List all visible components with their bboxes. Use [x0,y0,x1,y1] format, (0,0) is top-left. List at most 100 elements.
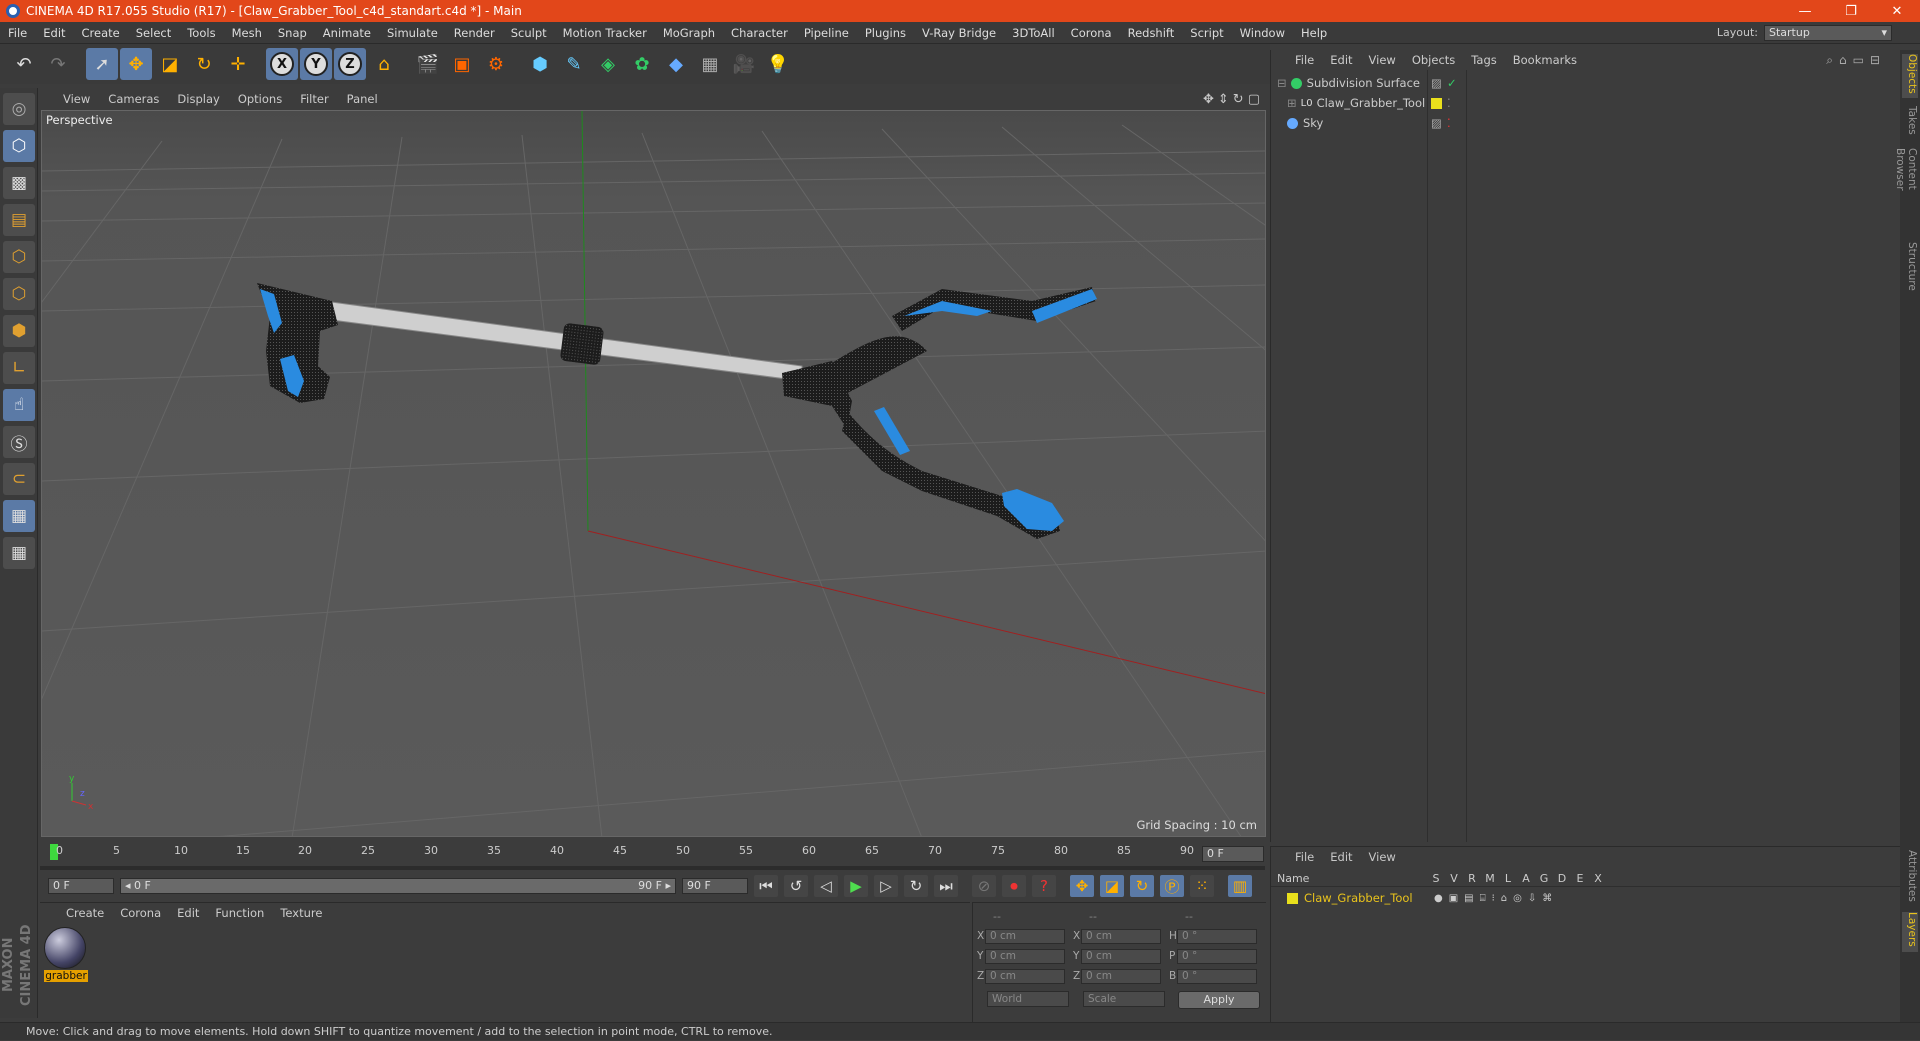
object-row-claw-grabber-tool[interactable]: ⊞ L0 Claw_Grabber_Tool ⁚ [1271,94,1900,112]
material-menu-texture[interactable]: Texture [272,906,330,920]
viewport-menu-panel[interactable]: Panel [338,92,387,106]
live-selection-icon[interactable]: ➚ [86,48,118,80]
menu-mograph[interactable]: MoGraph [655,26,723,40]
objects-menu-tags[interactable]: Tags [1463,53,1504,67]
menu-simulate[interactable]: Simulate [379,26,446,40]
tree-expand-icon[interactable]: ⊞ [1287,96,1297,110]
object-name[interactable]: Sky [1303,116,1323,130]
maximize-button[interactable]: ❐ [1828,4,1874,19]
menu-corona[interactable]: Corona [1063,26,1120,40]
objects-menu-edit[interactable]: Edit [1322,53,1360,67]
position-y-field[interactable]: 0 cm [985,948,1065,964]
object-name[interactable]: Claw_Grabber_Tool [1317,96,1426,110]
material-menu-corona[interactable]: Corona [112,906,169,920]
menu-pipeline[interactable]: Pipeline [796,26,857,40]
layer-name[interactable]: Claw_Grabber_Tool [1304,891,1430,905]
go-to-start-icon[interactable]: ⏮ [754,875,778,897]
cube-primitive-icon[interactable]: ⬢ [524,48,556,80]
minimize-button[interactable]: — [1782,4,1828,19]
viewport-menu-display[interactable]: Display [168,92,228,106]
viewport-menu-cameras[interactable]: Cameras [99,92,168,106]
apply-button[interactable]: Apply [1178,991,1260,1009]
pen-spline-icon[interactable]: ✎ [558,48,590,80]
size-z-field[interactable]: 0 cm [1081,968,1161,984]
step-back-icon[interactable]: ◁ [814,875,838,897]
menu-script[interactable]: Script [1182,26,1231,40]
key-scale-icon[interactable]: ◪ [1100,875,1124,897]
menu-mesh[interactable]: Mesh [224,26,270,40]
x-axis-lock-icon[interactable]: X [266,48,298,80]
rotate-icon[interactable]: ↻ [188,48,220,80]
play-icon[interactable]: ▶ [844,875,868,897]
render-view-icon[interactable]: 🎬 [412,48,444,80]
floor-scene-icon[interactable]: ▦ [694,48,726,80]
toggle-view-icon[interactable]: ▢ [1248,92,1260,107]
menu-sculpt[interactable]: Sculpt [503,26,555,40]
enabled-check-icon[interactable]: ✓ [1447,76,1457,90]
menu-create[interactable]: Create [74,26,128,40]
transform-icon[interactable]: ✛ [222,48,254,80]
layers-menu-file[interactable]: File [1287,850,1322,864]
solo-mode-icon[interactable]: Ⓢ [3,426,35,458]
step-forward-icon[interactable]: ▷ [874,875,898,897]
size-x-field[interactable]: 0 cm [1081,928,1161,944]
orbit-view-icon[interactable]: ↻ [1233,92,1244,107]
planar-workplane-icon[interactable]: ▦ [3,537,35,569]
snap-magnet-icon[interactable]: ⊂ [3,463,35,495]
viewport-menu-filter[interactable]: Filter [291,92,337,106]
menu-redshift[interactable]: Redshift [1120,26,1183,40]
layer-edit-icon[interactable]: ▨ [1431,76,1442,90]
next-keyframe-icon[interactable]: ↻ [904,875,928,897]
key-parameter-icon[interactable]: Ⓟ [1160,875,1184,897]
render-picture-viewer-icon[interactable]: ▣ [446,48,478,80]
objects-menu-bookmarks[interactable]: Bookmarks [1505,53,1585,67]
rotation-h-field[interactable]: 0 ° [1177,928,1257,944]
autokey-icon[interactable]: ? [1032,875,1056,897]
layout-dropdown[interactable]: Startup [1764,24,1892,41]
menu-3dtoall[interactable]: 3DToAll [1004,26,1063,40]
menu-tools[interactable]: Tools [179,26,223,40]
layer-row-claw-grabber-tool[interactable]: Claw_Grabber_Tool ●▣▤⌸⁝⌂◎⇩⌘ [1271,889,1900,907]
menu-render[interactable]: Render [446,26,503,40]
deformer-icon[interactable]: ◆ [660,48,692,80]
viewport-menu-options[interactable]: Options [229,92,291,106]
menu-file[interactable]: File [0,26,35,40]
key-position-icon[interactable]: ✥ [1070,875,1094,897]
tree-expand-icon[interactable]: ⊟ [1277,76,1287,90]
size-mode-dropdown[interactable]: Scale [1083,991,1165,1007]
scale-icon[interactable]: ◪ [154,48,186,80]
y-axis-lock-icon[interactable]: Y [300,48,332,80]
tweak-mode-icon[interactable]: ☝ [3,389,35,421]
workplane-mode-icon[interactable]: ▤ [3,204,35,236]
perspective-viewport[interactable]: y x z Perspective Grid Spacing : 10 cm [41,110,1266,837]
layer-edit-icon[interactable]: ▨ [1431,116,1442,130]
menu-select[interactable]: Select [128,26,179,40]
menu-animate[interactable]: Animate [315,26,379,40]
layer-toggle-icons[interactable]: ●▣▤⌸⁝⌂◎⇩⌘ [1434,893,1558,904]
visibility-dots-icon[interactable]: ⁚ [1447,96,1451,110]
dolly-view-icon[interactable]: ⇕ [1218,92,1229,107]
side-tab-layers[interactable]: Layers [1902,912,1918,952]
menu-window[interactable]: Window [1232,26,1293,40]
menu-character[interactable]: Character [723,26,796,40]
close-button[interactable]: ✕ [1874,4,1920,19]
material-swatch[interactable]: grabber [44,927,88,985]
subdivision-generator-icon[interactable]: ◈ [592,48,624,80]
side-tab-content-browser[interactable]: Content Browser [1894,148,1918,232]
material-menu-function[interactable]: Function [207,906,272,920]
side-tab-structure[interactable]: Structure [1902,242,1918,294]
camera-icon[interactable]: 🎥 [728,48,760,80]
visibility-dots-icon[interactable]: ⁚ [1447,116,1451,130]
layers-menu-edit[interactable]: Edit [1322,850,1360,864]
move-icon[interactable]: ✥ [120,48,152,80]
menu-motion-tracker[interactable]: Motion Tracker [555,26,655,40]
rotation-p-field[interactable]: 0 ° [1177,948,1257,964]
previous-keyframe-icon[interactable]: ↺ [784,875,808,897]
texture-mode-icon[interactable]: ▩ [3,167,35,199]
timeline-ruler[interactable]: 0 5 10 15 20 25 30 35 40 45 50 55 60 65 … [40,842,1265,866]
pan-view-icon[interactable]: ✥ [1203,92,1214,107]
layers-menu-view[interactable]: View [1361,850,1404,864]
side-tab-takes[interactable]: Takes [1902,106,1918,140]
side-tab-objects[interactable]: Objects [1902,54,1918,98]
key-pla-icon[interactable]: ⁙ [1190,875,1214,897]
